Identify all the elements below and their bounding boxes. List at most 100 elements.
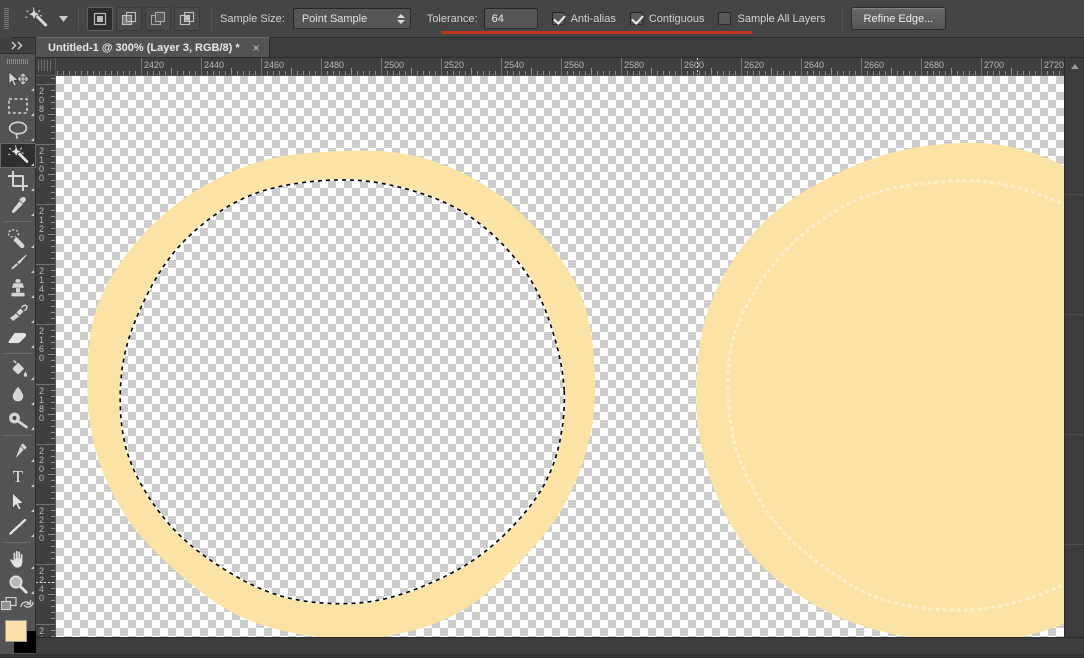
- type-tool[interactable]: T: [0, 464, 36, 489]
- ruler-corner[interactable]: [36, 58, 56, 76]
- ruler-minor-tick: [855, 71, 856, 75]
- vertical-scroll-track[interactable]: [1065, 74, 1084, 614]
- left-blob-ring[interactable]: [87, 150, 596, 637]
- tool-flyout-corner-icon: [31, 88, 34, 91]
- options-bar-grip[interactable]: [0, 0, 12, 38]
- ruler-minor-tick: [51, 552, 55, 553]
- ruler-minor-tick: [711, 68, 712, 75]
- tool-flyout-corner-icon: [31, 295, 34, 298]
- refine-edge-button[interactable]: Refine Edge...: [850, 7, 947, 30]
- ruler-major-tick: [741, 58, 742, 75]
- document-tab[interactable]: Untitled-1 @ 300% (Layer 3, RGB/8) * ×: [36, 37, 270, 57]
- ruler-minor-tick: [879, 71, 880, 75]
- ruler-minor-tick: [51, 180, 55, 181]
- foreground-color-swatch[interactable]: [5, 620, 27, 642]
- ruler-minor-tick: [51, 330, 55, 331]
- add-to-selection-button[interactable]: [116, 6, 142, 31]
- sample-size-select[interactable]: Point Sample: [292, 8, 411, 29]
- tool-flyout-corner-icon: [31, 245, 34, 248]
- history-brush-tool[interactable]: [0, 300, 36, 325]
- scroll-up-arrow-icon[interactable]: [1065, 58, 1084, 74]
- ruler-label: 2200: [39, 446, 45, 483]
- ruler-minor-tick: [51, 558, 55, 559]
- ruler-label: 2620: [744, 60, 765, 70]
- toolbox-grip[interactable]: [0, 54, 35, 68]
- ruler-major-tick: [501, 58, 502, 75]
- ruler-minor-tick: [723, 71, 724, 75]
- magic-wand-icon[interactable]: [16, 0, 56, 38]
- ruler-minor-tick: [417, 71, 418, 75]
- ruler-minor-tick: [609, 71, 610, 75]
- dodge-tool[interactable]: [0, 407, 36, 432]
- line-tool[interactable]: [0, 514, 36, 539]
- selection-mode-group: [87, 6, 203, 31]
- ruler-minor-tick: [51, 570, 55, 571]
- divider: [78, 6, 79, 31]
- canvas-artwork[interactable]: [56, 76, 1064, 637]
- ruler-minor-tick: [51, 132, 55, 133]
- ruler-major-tick: [381, 58, 382, 75]
- horizontal-scrollbar[interactable]: [56, 637, 1064, 654]
- eraser-tool[interactable]: [0, 325, 36, 350]
- crop-tool[interactable]: [0, 168, 36, 193]
- anti-alias-label: Anti-alias: [570, 12, 616, 25]
- clone-stamp-tool[interactable]: [0, 275, 36, 300]
- canvas-viewport[interactable]: [56, 76, 1064, 637]
- ruler-minor-tick: [867, 71, 868, 75]
- hand-tool[interactable]: [0, 546, 36, 571]
- blur-tool[interactable]: [0, 382, 36, 407]
- move-tool[interactable]: [0, 68, 36, 93]
- ruler-minor-tick: [255, 71, 256, 75]
- pen-tool[interactable]: [0, 439, 36, 464]
- vertical-scrollbar[interactable]: [1064, 58, 1084, 637]
- ruler-minor-tick: [81, 71, 82, 75]
- ruler-minor-tick: [1005, 71, 1006, 75]
- subtract-from-selection-button[interactable]: [145, 6, 171, 31]
- ruler-minor-tick: [51, 498, 55, 499]
- ruler-minor-tick: [51, 222, 55, 223]
- quick-mask-icon[interactable]: [0, 596, 18, 614]
- ruler-minor-tick: [51, 492, 55, 493]
- ruler-minor-tick: [975, 71, 976, 75]
- right-blob-filled[interactable]: [696, 142, 1064, 637]
- vertical-ruler[interactable]: 2080 2100 2120 2140 2160 2180 2200 2220 2240 2260: [36, 76, 56, 637]
- intersect-with-selection-button[interactable]: [174, 6, 200, 31]
- ruler-minor-tick: [51, 546, 55, 547]
- ruler-label: 2700: [984, 60, 1005, 70]
- ruler-label: 2580: [624, 60, 645, 70]
- tool-flyout-corner-icon: [31, 270, 34, 273]
- ruler-label: 2680: [924, 60, 945, 70]
- anti-alias-checkbox[interactable]: Anti-alias: [551, 12, 616, 25]
- ruler-minor-tick: [771, 68, 772, 75]
- sample-all-layers-checkbox[interactable]: Sample All Layers: [718, 12, 826, 25]
- ruler-minor-tick: [51, 150, 55, 151]
- toolbox-collapse-button[interactable]: [0, 38, 35, 54]
- ruler-minor-tick: [279, 71, 280, 75]
- eyedropper-tool[interactable]: [0, 193, 36, 218]
- paint-bucket-tool[interactable]: [0, 357, 36, 382]
- ruler-minor-tick: [675, 71, 676, 75]
- ruler-minor-tick: [897, 71, 898, 75]
- ruler-minor-tick: [51, 312, 55, 313]
- tolerance-input[interactable]: 64: [483, 8, 538, 29]
- screen-mode-icon[interactable]: [19, 597, 35, 614]
- tool-preset-caret-icon[interactable]: [56, 0, 70, 38]
- ruler-major-tick: [861, 58, 862, 75]
- brush-tool[interactable]: [0, 250, 36, 275]
- mode-icons-row: [0, 596, 35, 614]
- zoom-tool[interactable]: [0, 571, 36, 596]
- path-selection-tool[interactable]: [0, 489, 36, 514]
- close-icon[interactable]: ×: [250, 41, 263, 55]
- ruler-minor-tick: [51, 102, 55, 103]
- magic-wand-tool[interactable]: [0, 143, 36, 168]
- horizontal-ruler[interactable]: 2420 2440 2460 2480 2500 2520 2540 2560 2580 2600…: [56, 58, 1064, 76]
- healing-brush-tool[interactable]: [0, 225, 36, 250]
- rectangular-marquee-tool[interactable]: [0, 93, 36, 118]
- lasso-tool[interactable]: [0, 118, 36, 143]
- new-selection-button[interactable]: [87, 6, 113, 31]
- contiguous-checkbox[interactable]: Contiguous: [629, 12, 704, 25]
- ruler-label: 2520: [444, 60, 465, 70]
- ruler-minor-tick: [831, 68, 832, 75]
- checkmark-icon: [551, 12, 565, 25]
- ruler-minor-tick: [51, 198, 55, 199]
